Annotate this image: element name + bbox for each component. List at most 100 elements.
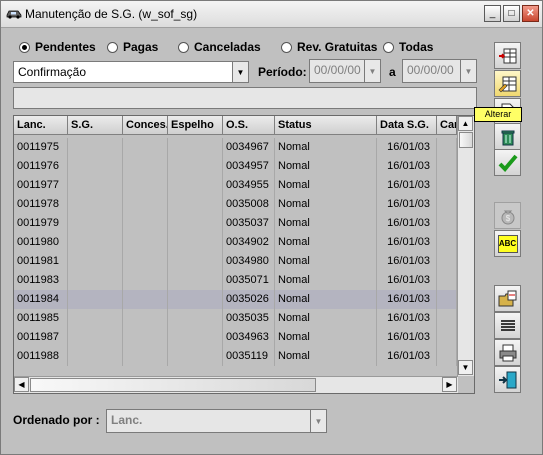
delete-button[interactable] — [494, 123, 521, 150]
table-cell — [168, 157, 223, 176]
status-combo[interactable]: Confirmação ▼ — [13, 61, 249, 83]
table-cell: 0011984 — [14, 290, 68, 309]
table-cell — [437, 290, 457, 309]
table-cell: Nomal — [275, 214, 377, 233]
radio-circle[interactable] — [281, 41, 292, 53]
window-title: Manutenção de S.G. (w_sof_sg) — [25, 7, 198, 21]
column-header[interactable]: O.S. — [223, 116, 275, 134]
money-bag-icon: $ — [501, 210, 514, 224]
table-cell: 16/01/03 — [377, 233, 437, 252]
column-header[interactable]: Data S.G. — [377, 116, 437, 134]
money-button[interactable]: $ — [494, 202, 521, 229]
radio-pagas[interactable]: Pagas — [107, 39, 158, 55]
results-table[interactable]: Lanc. S.G. Conces. Espelho O.S. Status Data S.… — [13, 115, 475, 394]
table-row[interactable]: 0011985 0035035 Nomal 16/01/03 — [14, 309, 457, 328]
table-cell: 0011977 — [14, 176, 68, 195]
periodo-from-field[interactable]: 00/00/00 ▼ — [309, 59, 381, 83]
insert-button[interactable] — [494, 42, 521, 69]
radio-circle[interactable] — [107, 41, 118, 53]
table-cell: 16/01/03 — [377, 176, 437, 195]
table-cell: 0011980 — [14, 233, 68, 252]
print-button[interactable] — [494, 339, 521, 366]
table-cell — [68, 176, 123, 195]
main-window: Manutenção de S.G. (w_sof_sg) _ □ ✕ Pend… — [0, 0, 543, 455]
spellcheck-button[interactable]: ABC — [494, 230, 521, 257]
table-cell: 0035026 — [223, 290, 275, 309]
table-cell: 0011975 — [14, 138, 68, 157]
column-header[interactable]: S.G. — [68, 116, 123, 134]
table-row[interactable]: 0011975 0034967 Nomal 16/01/03 — [14, 138, 457, 157]
table-row[interactable]: 0011979 0035037 Nomal 16/01/03 — [14, 214, 457, 233]
table-row[interactable]: 0011978 0035008 Nomal 16/01/03 — [14, 195, 457, 214]
chevron-down-icon[interactable]: ▼ — [310, 410, 326, 432]
table-cell — [168, 309, 223, 328]
radio-todas[interactable]: Todas — [383, 39, 433, 55]
scroll-right-icon[interactable]: ▶ — [442, 377, 457, 392]
open-button[interactable] — [494, 285, 521, 312]
column-header[interactable]: Lanc. — [14, 116, 68, 134]
close-button[interactable]: ✕ — [522, 5, 539, 22]
periodo-to-field[interactable]: 00/00/00 ▼ — [402, 59, 477, 83]
radio-rev-gratuitas[interactable]: Rev. Gratuitas — [281, 39, 377, 55]
table-cell — [123, 252, 168, 271]
chevron-down-icon[interactable]: ▼ — [364, 60, 380, 82]
table-row[interactable]: 0011980 0034902 Nomal 16/01/03 — [14, 233, 457, 252]
chevron-down-icon[interactable]: ▼ — [232, 62, 248, 82]
align-button[interactable] — [494, 312, 521, 339]
periodo-label: Período: — [258, 65, 307, 79]
title-bar[interactable]: Manutenção de S.G. (w_sof_sg) _ □ ✕ — [1, 1, 542, 28]
table-cell: 0011978 — [14, 195, 68, 214]
maximize-button[interactable]: □ — [503, 5, 520, 22]
table-cell — [68, 233, 123, 252]
radio-pendentes[interactable]: Pendentes — [19, 39, 96, 55]
column-header[interactable]: Status — [275, 116, 377, 134]
table-cell — [437, 176, 457, 195]
order-combo[interactable]: Lanc. ▼ — [106, 409, 327, 433]
column-header[interactable]: Can — [437, 116, 457, 134]
minimize-button[interactable]: _ — [484, 5, 501, 22]
table-row[interactable]: 0011987 0034963 Nomal 16/01/03 — [14, 328, 457, 347]
table-cell: 0034980 — [223, 252, 275, 271]
tooltip-alterar: Alterar — [474, 107, 522, 122]
scroll-up-icon[interactable]: ▲ — [458, 116, 473, 131]
table-cell — [168, 176, 223, 195]
scroll-left-icon[interactable]: ◀ — [14, 377, 29, 392]
table-cell — [68, 347, 123, 366]
table-cell: 0034902 — [223, 233, 275, 252]
scroll-down-icon[interactable]: ▼ — [458, 360, 473, 375]
table-cell: 16/01/03 — [377, 252, 437, 271]
table-cell: Nomal — [275, 176, 377, 195]
chevron-down-icon[interactable]: ▼ — [460, 60, 476, 82]
horizontal-scrollbar[interactable]: ◀ ▶ — [14, 376, 458, 393]
table-row[interactable]: 0011988 0035119 Nomal 16/01/03 — [14, 347, 457, 366]
edit-button[interactable] — [494, 70, 521, 97]
column-header[interactable]: Espelho — [168, 116, 223, 134]
table-cell: Nomal — [275, 347, 377, 366]
table-row[interactable]: 0011977 0034955 Nomal 16/01/03 — [14, 176, 457, 195]
table-cell — [68, 271, 123, 290]
exit-door-icon — [498, 371, 516, 388]
table-row[interactable]: 0011981 0034980 Nomal 16/01/03 — [14, 252, 457, 271]
table-cell: Nomal — [275, 271, 377, 290]
radio-circle[interactable] — [383, 41, 394, 53]
table-row[interactable]: 0011984 0035026 Nomal 16/01/03 — [14, 290, 457, 309]
radio-circle[interactable] — [19, 41, 30, 53]
radio-circle[interactable] — [178, 41, 189, 53]
table-cell: 0035071 — [223, 271, 275, 290]
radio-canceladas[interactable]: Canceladas — [178, 39, 261, 55]
column-header[interactable]: Conces. — [123, 116, 168, 134]
table-cell: 0035119 — [223, 347, 275, 366]
table-cell — [437, 271, 457, 290]
table-cell: 0035035 — [223, 309, 275, 328]
table-cell — [168, 195, 223, 214]
info-bar — [13, 87, 477, 109]
table-cell: 0011981 — [14, 252, 68, 271]
table-row[interactable]: 0011983 0035071 Nomal 16/01/03 — [14, 271, 457, 290]
vertical-scroll-thumb[interactable] — [459, 132, 473, 148]
horizontal-scroll-thumb[interactable] — [30, 378, 316, 392]
table-header: Lanc. S.G. Conces. Espelho O.S. Status Data S.… — [14, 116, 457, 135]
exit-button[interactable] — [494, 366, 521, 393]
table-row[interactable]: 0011976 0034957 Nomal 16/01/03 — [14, 157, 457, 176]
confirm-button[interactable] — [494, 149, 521, 176]
vertical-scrollbar[interactable]: ▲ ▼ — [457, 116, 474, 376]
